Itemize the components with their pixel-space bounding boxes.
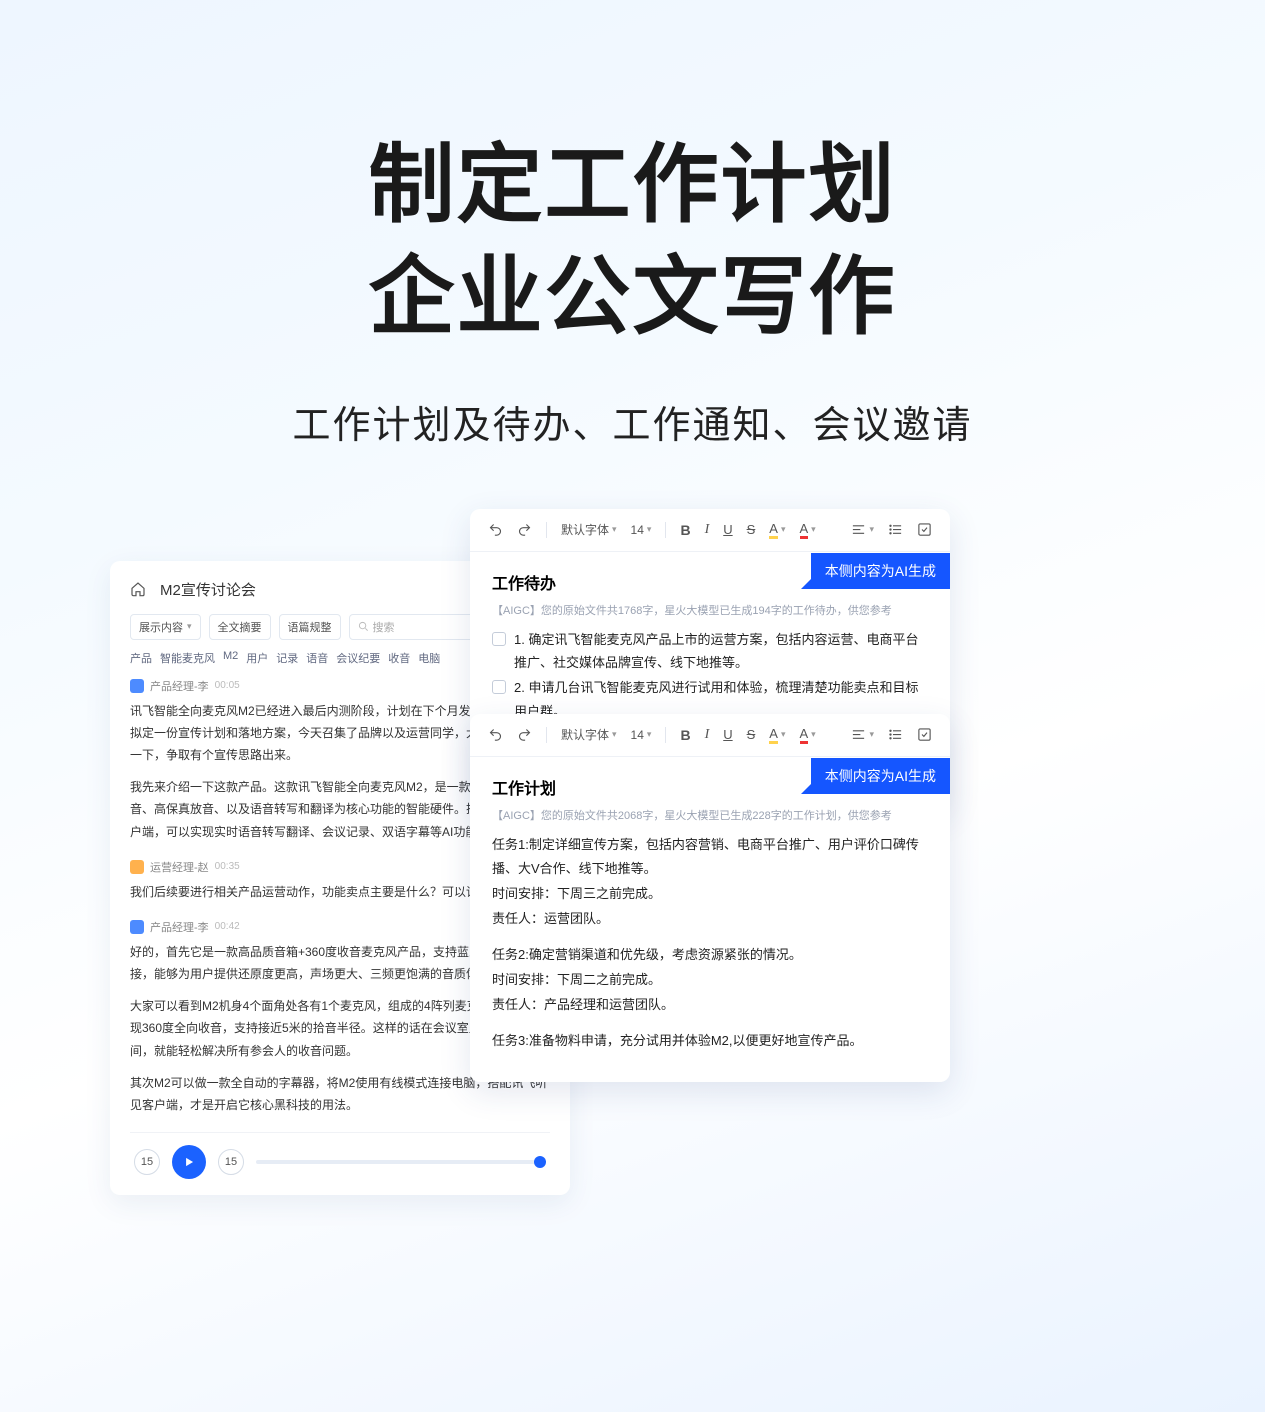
ai-badge: 本侧内容为AI生成 [811, 758, 950, 794]
align-icon[interactable]: ▾ [851, 522, 874, 537]
speaker-name: 产品经理-李 [150, 678, 209, 694]
rewind-button[interactable]: 15 [134, 1149, 160, 1175]
undo-icon[interactable] [488, 727, 503, 742]
italic-icon[interactable]: I [705, 522, 710, 538]
size-select[interactable]: 14 ▾ [631, 728, 652, 742]
highlight-icon[interactable]: A▾ [769, 521, 785, 539]
task-time: 时间安排：下周三之前完成。 [492, 882, 928, 907]
play-button[interactable] [172, 1145, 206, 1179]
task-owner: 责任人：产品经理和运营团队。 [492, 993, 928, 1018]
transcript-title: M2宣传讨论会 [160, 579, 256, 600]
checkbox[interactable] [492, 632, 506, 646]
forward-button[interactable]: 15 [218, 1149, 244, 1175]
tag[interactable]: 产品 [130, 650, 152, 666]
timestamp: 00:35 [215, 861, 240, 872]
hero-line2: 企业公文写作 [369, 249, 897, 345]
checklist-icon[interactable] [917, 522, 932, 537]
hero-subtitle: 工作计划及待办、工作通知、会议邀请 [0, 394, 1265, 449]
avatar [130, 679, 144, 693]
timestamp: 00:05 [215, 680, 240, 691]
tag[interactable]: 电脑 [418, 650, 440, 666]
tag[interactable]: 会议纪要 [336, 650, 380, 666]
timestamp: 00:42 [215, 921, 240, 932]
bold-icon[interactable]: B [680, 727, 690, 743]
ai-badge: 本侧内容为AI生成 [811, 553, 950, 589]
tag[interactable]: 用户 [246, 650, 268, 666]
underline-icon[interactable]: U [723, 727, 732, 742]
font-select[interactable]: 默认字体 ▾ [561, 521, 617, 538]
redo-icon[interactable] [517, 727, 532, 742]
strike-icon[interactable]: S [747, 522, 756, 537]
tag[interactable]: 语音 [306, 650, 328, 666]
task-title: 任务3:准备物料申请，充分试用并体验M2,以便更好地宣传产品。 [492, 1029, 928, 1054]
bold-icon[interactable]: B [680, 522, 690, 538]
home-icon[interactable] [130, 581, 146, 597]
textcolor-icon[interactable]: A▾ [800, 726, 816, 744]
checklist-icon[interactable] [917, 727, 932, 742]
tag[interactable]: M2 [223, 650, 238, 666]
checkbox[interactable] [492, 680, 506, 694]
list-icon[interactable] [888, 727, 903, 742]
strike-icon[interactable]: S [747, 727, 756, 742]
italic-icon[interactable]: I [705, 727, 710, 743]
hero-line1: 制定工作计划 [369, 137, 897, 233]
task-title: 任务2:确定营销渠道和优先级，考虑资源紧张的情况。 [492, 943, 928, 968]
avatar [130, 920, 144, 934]
font-select[interactable]: 默认字体 ▾ [561, 726, 617, 743]
doc-hint: 【AIGC】您的原始文件共2068字，星火大模型已生成228字的工作计划，供您参… [492, 807, 928, 823]
align-icon[interactable]: ▾ [851, 727, 874, 742]
task-time: 时间安排：下周二之前完成。 [492, 968, 928, 993]
todo-text: 1. 确定讯飞智能麦克风产品上市的运营方案，包括内容运营、电商平台推广、社交媒体… [514, 628, 928, 675]
avatar [130, 860, 144, 874]
tag[interactable]: 记录 [276, 650, 298, 666]
list-icon[interactable] [888, 522, 903, 537]
undo-icon[interactable] [488, 522, 503, 537]
toolbar: 默认字体 ▾ 14 ▾ B I U S A▾ A▾ ▾ [470, 509, 950, 552]
toolbar: 默认字体 ▾ 14 ▾ B I U S A▾ A▾ ▾ [470, 714, 950, 757]
todo-item: 1. 确定讯飞智能麦克风产品上市的运营方案，包括内容运营、电商平台推广、社交媒体… [492, 628, 928, 675]
task-title: 任务1:制定详细宣传方案，包括内容营销、电商平台推广、用户评价口碑传播、大V合作… [492, 833, 928, 882]
speaker-name: 产品经理-李 [150, 919, 209, 935]
tag[interactable]: 收音 [388, 650, 410, 666]
speaker-name: 运营经理-赵 [150, 859, 209, 875]
task-owner: 责任人：运营团队。 [492, 907, 928, 932]
progress-track[interactable] [256, 1160, 546, 1164]
doc-hint: 【AIGC】您的原始文件共1768字，星火大模型已生成194字的工作待办，供您参… [492, 602, 928, 618]
size-select[interactable]: 14 ▾ [631, 523, 652, 537]
redo-icon[interactable] [517, 522, 532, 537]
audio-player: 15 15 [130, 1132, 550, 1181]
textcolor-icon[interactable]: A▾ [800, 521, 816, 539]
filter-summary[interactable]: 全文摘要 [209, 614, 271, 640]
highlight-icon[interactable]: A▾ [769, 726, 785, 744]
tag[interactable]: 智能麦克风 [160, 650, 215, 666]
plan-editor-card: 默认字体 ▾ 14 ▾ B I U S A▾ A▾ ▾ 本侧内容为AI生成 工作… [470, 714, 950, 1083]
filter-show[interactable]: 展示内容▾ [130, 614, 201, 640]
filter-tidy[interactable]: 语篇规整 [279, 614, 341, 640]
underline-icon[interactable]: U [723, 522, 732, 537]
